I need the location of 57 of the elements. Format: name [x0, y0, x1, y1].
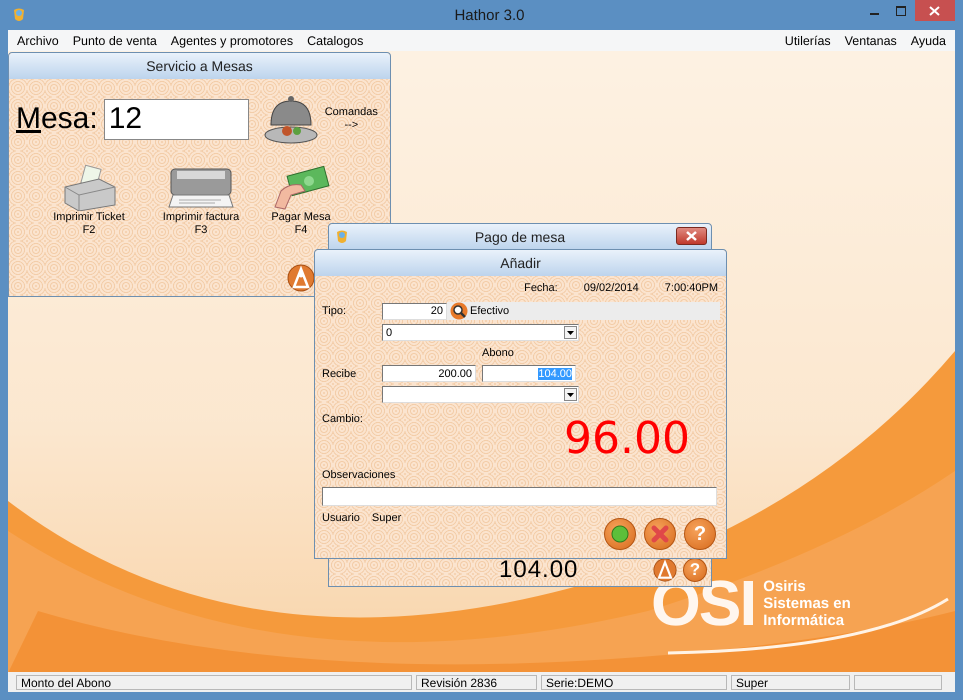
status-pane: Super [731, 674, 850, 690]
fecha-label: Fecha: [524, 282, 558, 294]
action-button[interactable]: Imprimir factura F3 [151, 165, 251, 237]
observaciones-label: Observaciones [322, 469, 396, 481]
app-icon [12, 7, 26, 23]
search-icon[interactable] [450, 302, 468, 320]
logo-text: Informática [763, 612, 846, 628]
cancel-icon [651, 525, 669, 543]
tipo-name: Efectivo [470, 305, 510, 317]
cambio-label: Cambio: [322, 413, 363, 425]
abono-label: Abono [482, 347, 514, 359]
dropdown[interactable]: 0 [382, 324, 579, 341]
mesa-label: Mesa: [16, 102, 98, 136]
menu-item[interactable]: Ayuda [904, 34, 953, 48]
window-title: Añadir [500, 255, 541, 271]
window-title: Servicio a Mesas [146, 58, 253, 74]
caret-icon [567, 330, 574, 334]
logo-text: Osiris [763, 578, 807, 594]
app-icon [335, 229, 349, 245]
ok-button[interactable] [604, 518, 636, 550]
menu-item[interactable]: Utilerías [778, 34, 838, 48]
tipo-input[interactable]: 20 [382, 302, 447, 320]
caret-icon [567, 392, 574, 396]
usuario-text: Super [372, 512, 402, 524]
comandas-link[interactable]: Comandas --> [324, 106, 378, 132]
close-icon [686, 231, 697, 241]
time-text: 7:00:40PM [664, 282, 718, 294]
window-title: Hathor 3.0 [453, 6, 525, 24]
cloche-icon [262, 93, 319, 145]
minimize-icon [870, 13, 879, 15]
logo-text: Sistemas en [763, 594, 851, 612]
mesa-input[interactable]: 12 [104, 98, 249, 140]
recibe-label: Recibe [322, 368, 358, 380]
menu-item[interactable]: Punto de venta [66, 34, 164, 48]
close-button[interactable] [914, 0, 955, 21]
change-amount: 96.00 [564, 417, 690, 461]
observaciones-input[interactable] [322, 487, 717, 506]
recibe-input[interactable]: 200.00 [382, 365, 476, 382]
amount-text: 104.00 [499, 556, 580, 584]
status-pane: Serie:DEMO [541, 674, 727, 690]
menu-item[interactable]: Ventanas [838, 34, 904, 48]
dropdown[interactable] [382, 386, 579, 403]
tipo-label: Tipo: [322, 305, 348, 317]
status-pane: Monto del Abono [16, 674, 412, 690]
status-pane: Revisión 2836 [416, 674, 537, 690]
menu-item[interactable]: Archivo [10, 34, 66, 48]
menu-item[interactable]: Catalogos [300, 34, 370, 48]
window-title: Pago de mesa [474, 229, 566, 245]
maximize-icon [896, 6, 906, 16]
menu-item[interactable]: Agentes y promotores [164, 34, 300, 48]
close-button[interactable] [676, 227, 707, 245]
cancel-button[interactable] [644, 518, 676, 550]
usuario-label: Usuario [322, 512, 360, 524]
date-text: 09/02/2014 [584, 282, 639, 294]
action-button[interactable]: Imprimir Ticket F2 [39, 165, 139, 237]
circle-icon [611, 525, 629, 543]
close-icon [929, 6, 940, 16]
